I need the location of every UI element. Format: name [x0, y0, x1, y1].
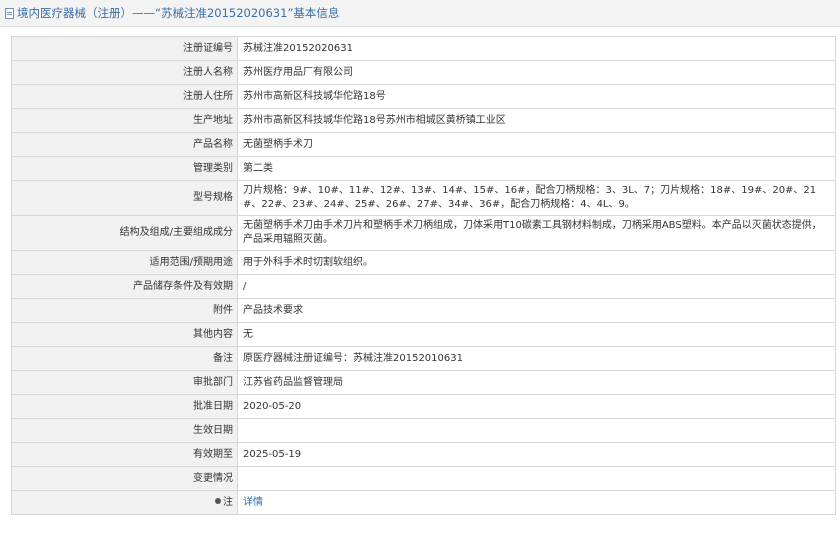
- row-label: 结构及组成/主要组成成分: [11, 215, 238, 251]
- row-label: 注册证编号: [11, 36, 238, 61]
- table-row: 有效期至 2025-05-19: [11, 442, 836, 467]
- table-row: 管理类别 第二类: [11, 156, 836, 181]
- row-value: 无菌塑柄手术刀由手术刀片和塑柄手术刀柄组成，刀体采用T10碳素工具钢材料制成，刀…: [237, 215, 836, 251]
- row-value: 无: [237, 322, 836, 347]
- details-link[interactable]: 详情: [243, 497, 263, 508]
- row-value: 苏械注准20152020631: [237, 36, 836, 61]
- footer-value: 详情: [237, 490, 836, 515]
- table-row: 注册人名称 苏州医疗用品厂有限公司: [11, 60, 836, 85]
- note-label: 注: [223, 496, 233, 508]
- row-value: 刀片规格：9#、10#、11#、12#、13#、14#、15#、16#，配合刀柄…: [237, 180, 836, 216]
- row-value: 苏州市高新区科技城华佗路18号: [237, 84, 836, 109]
- row-label: 注册人名称: [11, 60, 238, 85]
- row-label: 生效日期: [11, 418, 238, 443]
- pin-icon: [215, 497, 221, 504]
- table-row: 批准日期 2020-05-20: [11, 394, 836, 419]
- table-row: 生效日期: [11, 418, 836, 443]
- table-row: 产品名称 无菌塑柄手术刀: [11, 132, 836, 157]
- document-icon: [5, 7, 14, 19]
- table-row: 产品储存条件及有效期 /: [11, 274, 836, 299]
- table-row: 注册人住所 苏州市高新区科技城华佗路18号: [11, 84, 836, 109]
- table-row: 备注 原医疗器械注册证编号：苏械注准20152010631: [11, 346, 836, 371]
- table-row: 结构及组成/主要组成成分 无菌塑柄手术刀由手术刀片和塑柄手术刀柄组成，刀体采用T…: [11, 215, 836, 251]
- row-value: 无菌塑柄手术刀: [237, 132, 836, 157]
- row-value: [237, 418, 836, 443]
- row-label: 适用范围/预期用途: [11, 250, 238, 275]
- row-value: 苏州医疗用品厂有限公司: [237, 60, 836, 85]
- row-label: 备注: [11, 346, 238, 371]
- table-row: 变更情况: [11, 466, 836, 491]
- row-label: 有效期至: [11, 442, 238, 467]
- row-label: 审批部门: [11, 370, 238, 395]
- row-label: 生产地址: [11, 108, 238, 133]
- table-row: 附件 产品技术要求: [11, 298, 836, 323]
- footer-label: 注: [11, 490, 238, 515]
- table-row: 注 详情: [11, 490, 836, 515]
- row-label: 产品名称: [11, 132, 238, 157]
- row-label: 其他内容: [11, 322, 238, 347]
- table-row: 其他内容 无: [11, 322, 836, 347]
- table-row: 适用范围/预期用途 用于外科手术时切割软组织。: [11, 250, 836, 275]
- row-label: 批准日期: [11, 394, 238, 419]
- row-value: 用于外科手术时切割软组织。: [237, 250, 836, 275]
- row-value: 苏州市高新区科技城华佗路18号苏州市相城区黄桥镇工业区: [237, 108, 836, 133]
- page-header: 境内医疗器械（注册）——“苏械注准20152020631”基本信息: [0, 0, 840, 27]
- row-value: 第二类: [237, 156, 836, 181]
- row-label: 管理类别: [11, 156, 238, 181]
- row-value: 2025-05-19: [237, 442, 836, 467]
- table-row: 审批部门 江苏省药品监督管理局: [11, 370, 836, 395]
- table-row: 型号规格 刀片规格：9#、10#、11#、12#、13#、14#、15#、16#…: [11, 180, 836, 216]
- table-row: 注册证编号 苏械注准20152020631: [11, 36, 836, 61]
- row-value: 原医疗器械注册证编号：苏械注准20152010631: [237, 346, 836, 371]
- table-row: 生产地址 苏州市高新区科技城华佗路18号苏州市相城区黄桥镇工业区: [11, 108, 836, 133]
- row-value: [237, 466, 836, 491]
- info-table: 注册证编号 苏械注准20152020631 注册人名称 苏州医疗用品厂有限公司 …: [11, 36, 836, 515]
- row-value: 江苏省药品监督管理局: [237, 370, 836, 395]
- row-label: 型号规格: [11, 180, 238, 216]
- row-value: 产品技术要求: [237, 298, 836, 323]
- row-value: /: [237, 274, 836, 299]
- row-label: 附件: [11, 298, 238, 323]
- row-label: 注册人住所: [11, 84, 238, 109]
- row-label: 产品储存条件及有效期: [11, 274, 238, 299]
- row-label: 变更情况: [11, 466, 238, 491]
- row-value: 2020-05-20: [237, 394, 836, 419]
- page-title: 境内医疗器械（注册）——“苏械注准20152020631”基本信息: [17, 6, 340, 20]
